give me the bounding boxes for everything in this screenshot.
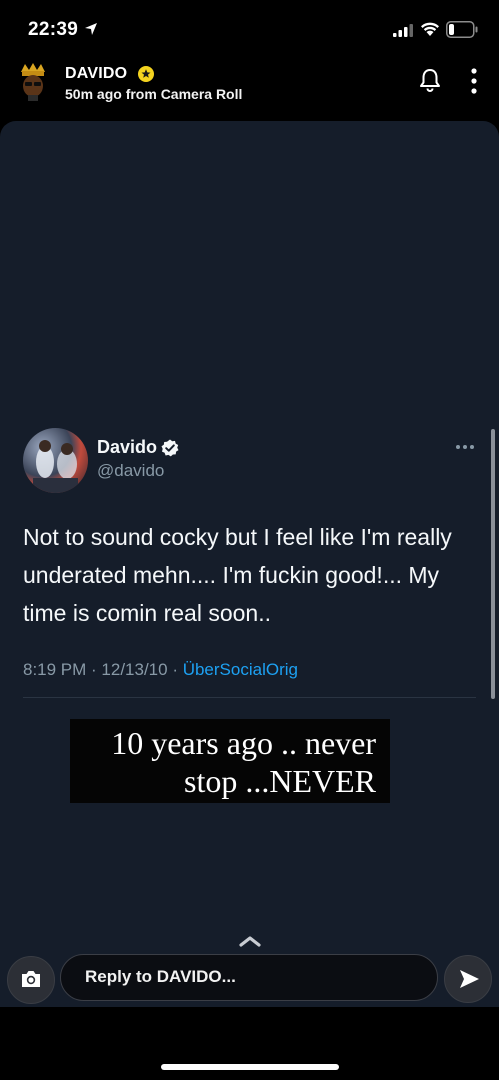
camera-icon <box>22 971 40 987</box>
scroll-bar <box>491 429 495 699</box>
location-arrow-icon <box>85 23 97 35</box>
chevron-up-icon[interactable] <box>238 934 262 948</box>
verified-badge-icon <box>161 439 179 457</box>
home-indicator[interactable] <box>161 1064 339 1070</box>
story-user-name[interactable]: DAVIDO <box>65 65 127 83</box>
tweet-handle: @davido <box>97 461 165 480</box>
status-bar: 22:39 <box>0 0 499 58</box>
tweet-meta: 8:19 PM · 12/13/10 · ÜberSocialOrig <box>23 660 298 680</box>
caption-box: 10 years ago .. never stop ...NEVER <box>70 719 390 803</box>
more-vertical-icon[interactable] <box>470 68 478 94</box>
story-canvas[interactable]: Davido @davido Not to sound cocky but I … <box>0 121 499 1007</box>
tweet-timestamp: 8:19 PM · 12/13/10 · <box>23 660 183 679</box>
send-button[interactable] <box>444 955 492 1003</box>
bitmoji-avatar-icon[interactable] <box>16 62 50 104</box>
cellular-signal-icon <box>393 24 413 37</box>
bell-icon[interactable] <box>419 68 441 92</box>
battery-icon <box>446 21 478 38</box>
caption-text: 10 years ago .. never stop ...NEVER <box>70 724 376 800</box>
tweet-display-name: Davido <box>97 437 158 457</box>
tweet-text: Not to sound cocky but I feel like I'm r… <box>23 524 452 626</box>
status-time: 22:39 <box>28 19 79 40</box>
more-horizontal-icon <box>456 445 474 449</box>
tweet-divider <box>23 697 476 698</box>
tweet-screenshot: Davido @davido Not to sound cocky but I … <box>0 121 499 721</box>
star-badge-icon <box>138 66 154 82</box>
caption-line-2: stop ...NEVER <box>184 763 376 799</box>
reply-placeholder: Reply to DAVIDO... <box>85 967 236 986</box>
story-meta: 50m ago from Camera Roll <box>65 86 243 102</box>
camera-button[interactable] <box>7 956 55 1004</box>
send-arrow-icon <box>460 970 479 988</box>
wifi-icon <box>421 22 439 36</box>
reply-input[interactable]: Reply to DAVIDO... <box>60 954 438 1001</box>
tweet-source: ÜberSocialOrig <box>182 660 298 679</box>
tweet-avatar <box>23 428 88 493</box>
story-header: DAVIDO 50m ago from Camera Roll <box>0 58 499 120</box>
caption-line-1: 10 years ago .. never <box>111 725 376 761</box>
